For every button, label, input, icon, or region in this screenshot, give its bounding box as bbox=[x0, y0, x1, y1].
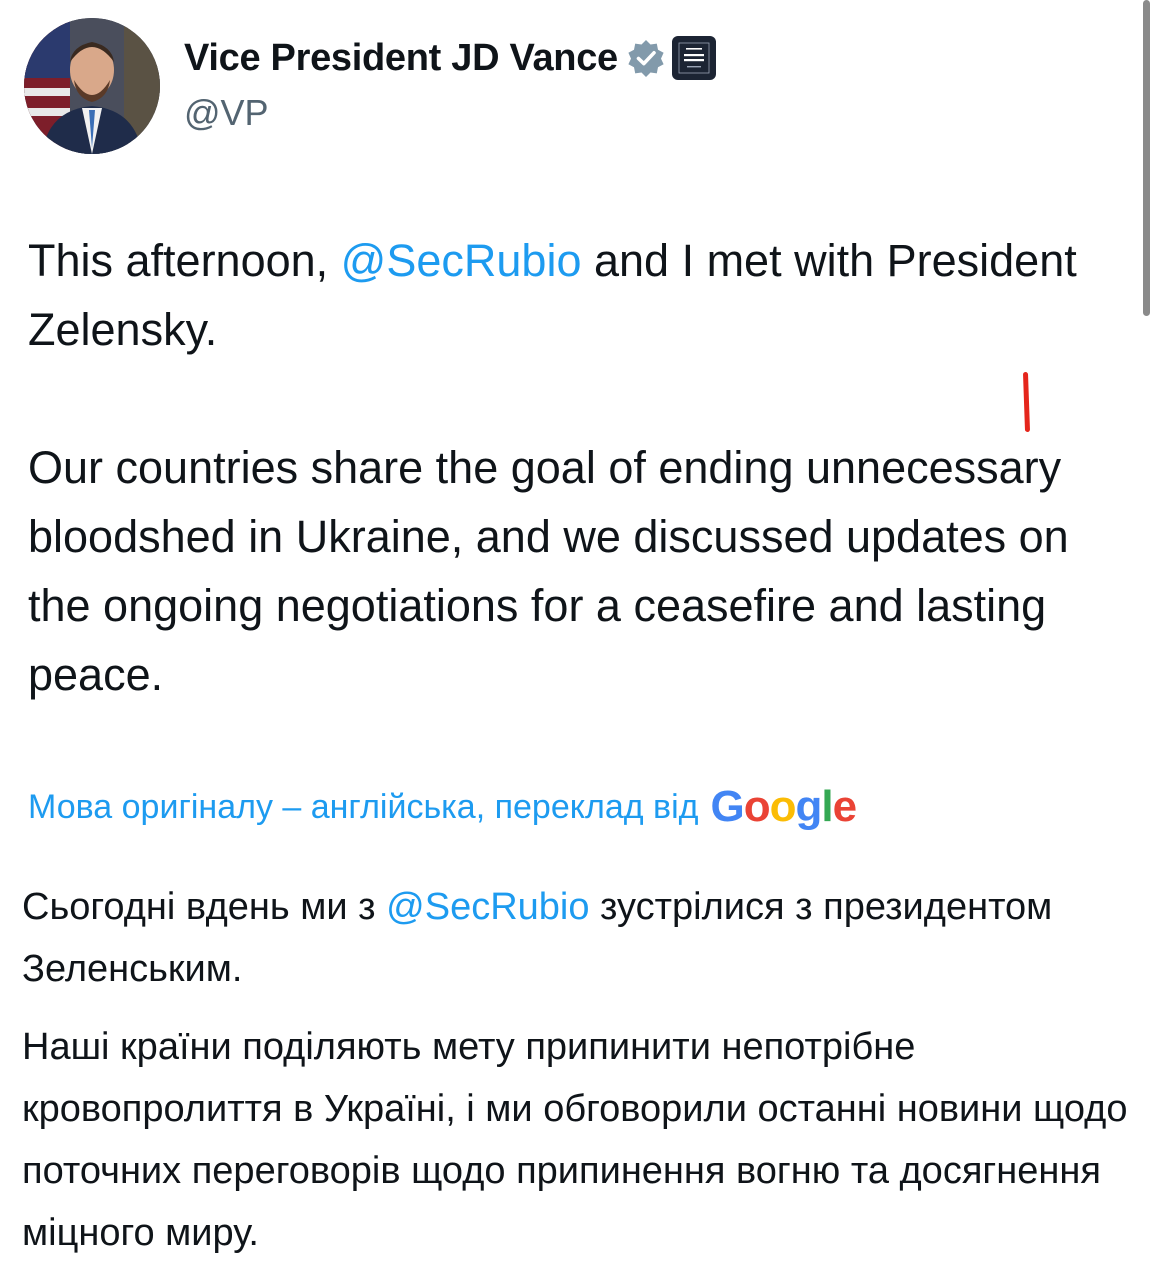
translated-paragraph-1: Сьогодні вдень ми з @SecRubio зустрілися… bbox=[22, 876, 1132, 1000]
profile-photo bbox=[24, 18, 160, 154]
post-paragraph-1: This afternoon, @SecRubio and I met with… bbox=[28, 226, 1118, 364]
translated-mention-link[interactable]: @SecRubio bbox=[386, 886, 589, 928]
translation-notice[interactable]: Мова оригіналу – англійська, переклад ві… bbox=[28, 782, 858, 832]
author-handle[interactable]: @VP bbox=[184, 92, 269, 134]
white-house-affiliate-badge[interactable] bbox=[671, 36, 716, 80]
post-paragraph-2: Our countries share the goal of ending u… bbox=[28, 442, 1069, 700]
mention-link[interactable]: @SecRubio bbox=[341, 235, 582, 286]
post-text-segment: This afternoon, bbox=[28, 235, 341, 286]
translation-notice-text[interactable]: Мова оригіналу – англійська, переклад ві… bbox=[28, 788, 699, 827]
post-body: This afternoon, @SecRubio and I met with… bbox=[28, 226, 1118, 709]
google-logo: Google bbox=[710, 782, 858, 831]
translated-post-body: Сьогодні вдень ми з @SecRubio зустрілися… bbox=[22, 876, 1132, 1264]
translated-paragraph-2: Наші країни поділяють мету припинити неп… bbox=[22, 1026, 1128, 1254]
author-name-row[interactable]: Vice President JD Vance bbox=[184, 36, 716, 80]
scrollbar[interactable] bbox=[1143, 0, 1150, 316]
verified-badge-icon[interactable] bbox=[626, 38, 666, 78]
post-view: Vice President JD Vance @VP This afterno… bbox=[0, 0, 1160, 1280]
translated-text-segment: Сьогодні вдень ми з bbox=[22, 886, 387, 928]
avatar[interactable] bbox=[24, 18, 160, 154]
white-house-logo-icon bbox=[678, 42, 710, 74]
author-display-name[interactable]: Vice President JD Vance bbox=[184, 37, 618, 80]
